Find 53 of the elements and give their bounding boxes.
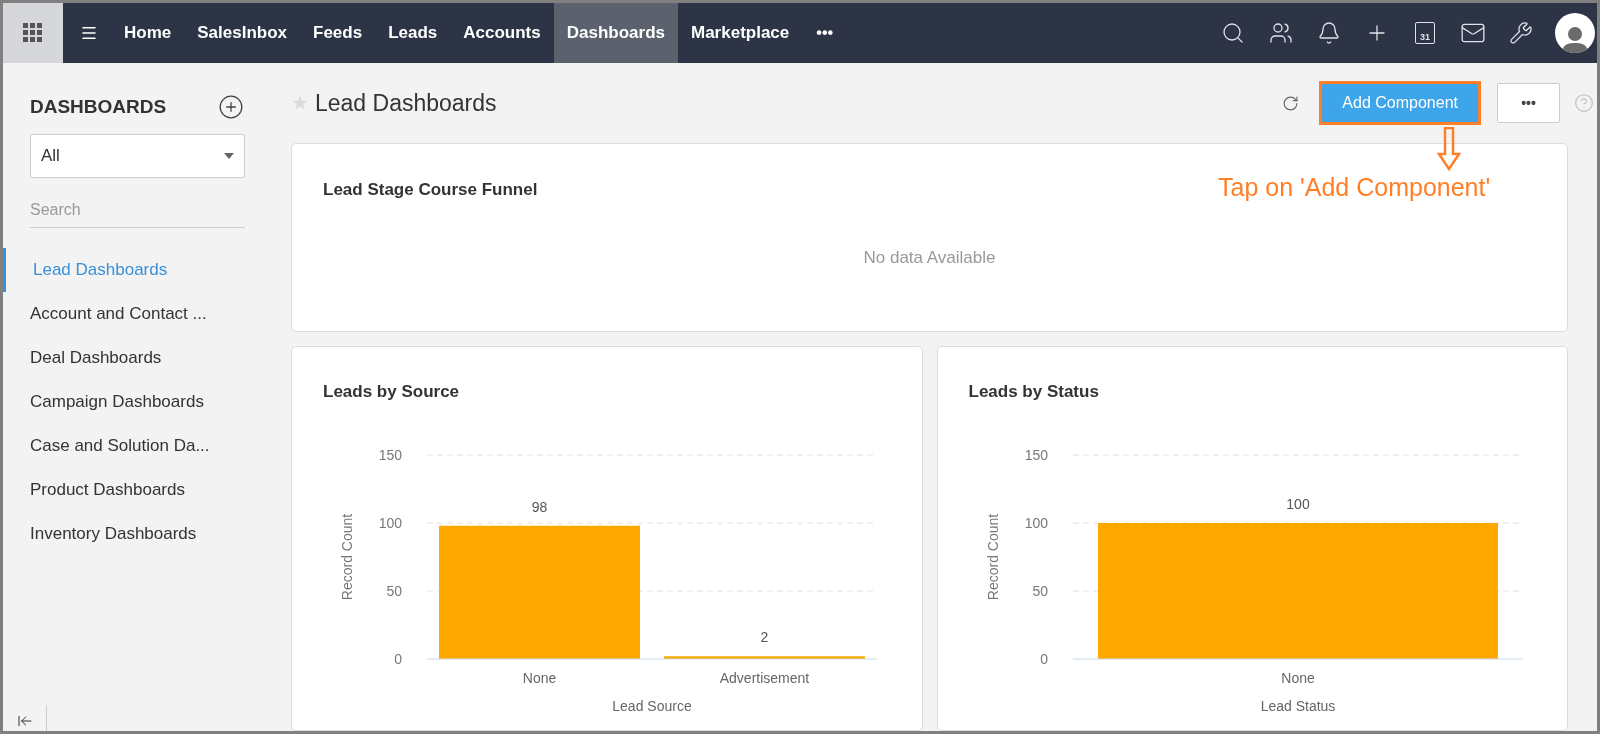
card-title: Leads by Source	[323, 382, 460, 401]
x-axis-title: Lead Source	[612, 697, 692, 714]
card-title: Lead Stage Course Funnel	[323, 179, 538, 201]
sidebar-title: DASHBOARDS	[30, 95, 167, 119]
x-tick-label: None	[522, 669, 557, 686]
y-tick-label: 50	[386, 582, 402, 599]
filter-dropdown[interactable]: All	[30, 133, 245, 178]
data-label: 100	[1285, 495, 1310, 512]
grid-icon	[23, 23, 43, 43]
calendar-day: 31	[1420, 33, 1430, 42]
add-dashboard-icon[interactable]	[218, 94, 244, 121]
callout-arrow	[1437, 127, 1462, 171]
nav-tab[interactable]: Home	[111, 3, 185, 63]
nav-tab[interactable]: Leads	[375, 3, 451, 63]
y-tick-label: 50	[1031, 582, 1048, 599]
data-label: 98	[531, 498, 548, 515]
menu-icon	[80, 24, 98, 42]
empty-message: No data Available	[863, 246, 996, 269]
nav-tab[interactable]: Feeds	[300, 3, 376, 63]
x-axis-title: Lead Status	[1260, 697, 1335, 714]
sidebar-item[interactable]: Inventory Dashboards	[3, 511, 238, 556]
refresh-icon[interactable]	[1282, 94, 1300, 112]
y-axis-title: Record Count	[984, 513, 1001, 600]
search-field[interactable]: Search	[30, 193, 245, 228]
collapse-icon	[16, 713, 33, 729]
nav-tab[interactable]: Marketplace	[678, 3, 803, 63]
x-tick-label: None	[1280, 669, 1315, 686]
more-options-button[interactable]: •••	[1497, 83, 1560, 123]
y-tick-label: 150	[378, 446, 402, 463]
y-tick-label: 100	[1024, 514, 1048, 531]
nav-tab[interactable]: Dashboards	[553, 3, 678, 63]
app-grid-button[interactable]	[3, 3, 63, 63]
avatar[interactable]	[1555, 13, 1595, 53]
data-label: 2	[760, 628, 769, 645]
y-tick-label: 150	[1024, 446, 1048, 463]
nav-tab[interactable]: Accounts	[450, 3, 554, 63]
y-axis-title: Record Count	[339, 513, 355, 600]
sidebar-item[interactable]: Account and Contact ...	[3, 291, 238, 336]
more-button[interactable]: •••	[802, 3, 848, 63]
y-tick-label: 100	[378, 514, 402, 531]
calendar-button[interactable]: 31	[1401, 3, 1449, 63]
sidebar-item[interactable]: Campaign Dashboards	[3, 379, 238, 424]
sidebar-item[interactable]: Product Dashboards	[3, 467, 238, 512]
x-tick-label: Advertisement	[719, 669, 810, 686]
caret-icon	[224, 152, 234, 159]
callout-text: Tap on 'Add Component'	[1218, 172, 1491, 203]
card-title: Leads by Status	[968, 382, 1099, 401]
page-title: Lead Dashboards	[315, 88, 497, 118]
y-tick-label: 0	[394, 650, 402, 667]
y-tick-label: 0	[1039, 650, 1048, 667]
nav-tab[interactable]: SalesInbox	[184, 3, 300, 63]
sidebar-item[interactable]: Case and Solution Da...	[3, 423, 238, 468]
sidebar-item[interactable]: Deal Dashboards	[3, 335, 238, 380]
